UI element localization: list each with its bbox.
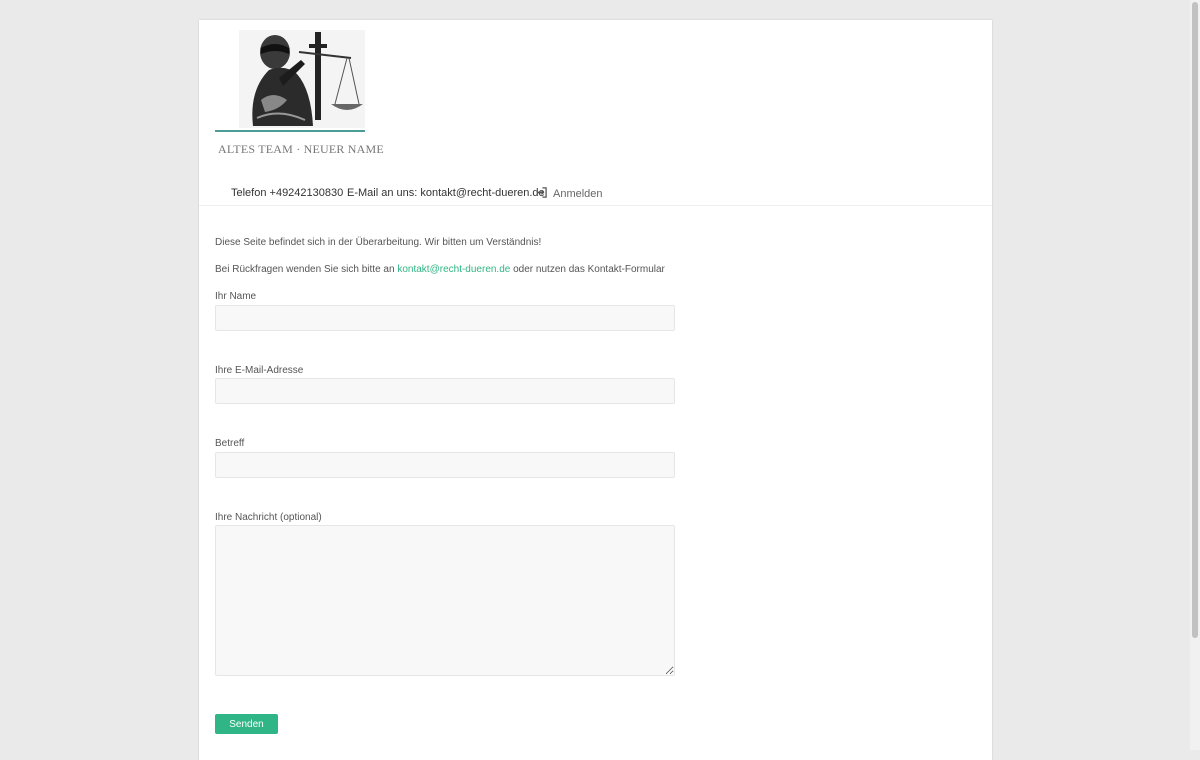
name-label: Ihr Name (215, 291, 257, 302)
phone-link[interactable]: Telefon +49242130830 (231, 187, 343, 199)
message-textarea[interactable] (215, 525, 675, 676)
contact-suffix: oder nutzen das Kontakt-Formular (510, 264, 665, 275)
email-label: Ihre E-Mail-Adresse (215, 365, 304, 376)
email-input[interactable] (215, 378, 675, 404)
message-label: Ihre Nachricht (optional) (215, 512, 322, 523)
email-info-link[interactable]: E-Mail an uns: kontakt@recht-dueren.de (347, 187, 545, 199)
page-scrollbar[interactable] (1190, 0, 1200, 750)
logo-underline (215, 130, 365, 132)
justitia-logo-image (239, 30, 365, 128)
site-logo[interactable]: ALTES TEAM · NEUER NAME (215, 30, 384, 160)
login-link[interactable]: Anmelden (536, 187, 603, 200)
login-label: Anmelden (553, 188, 603, 200)
contact-prefix: Bei Rückfragen wenden Sie sich bitte an (215, 264, 398, 275)
name-input[interactable] (215, 305, 675, 331)
contact-paragraph: Bei Rückfragen wenden Sie sich bitte an … (215, 264, 665, 275)
subject-input[interactable] (215, 452, 675, 478)
send-button[interactable]: Senden (215, 714, 278, 734)
top-info-bar: Telefon +49242130830 E-Mail an uns: kont… (199, 180, 992, 206)
logo-tagline: ALTES TEAM · NEUER NAME (218, 142, 384, 156)
sign-in-icon (536, 187, 547, 198)
scrollbar-thumb[interactable] (1192, 2, 1198, 638)
page-container: ALTES TEAM · NEUER NAME Telefon +4924213… (199, 20, 992, 760)
subject-label: Betreff (215, 438, 245, 449)
maintenance-notice: Diese Seite befindet sich in der Überarb… (215, 237, 542, 248)
contact-email-link[interactable]: kontakt@recht-dueren.de (397, 264, 510, 275)
